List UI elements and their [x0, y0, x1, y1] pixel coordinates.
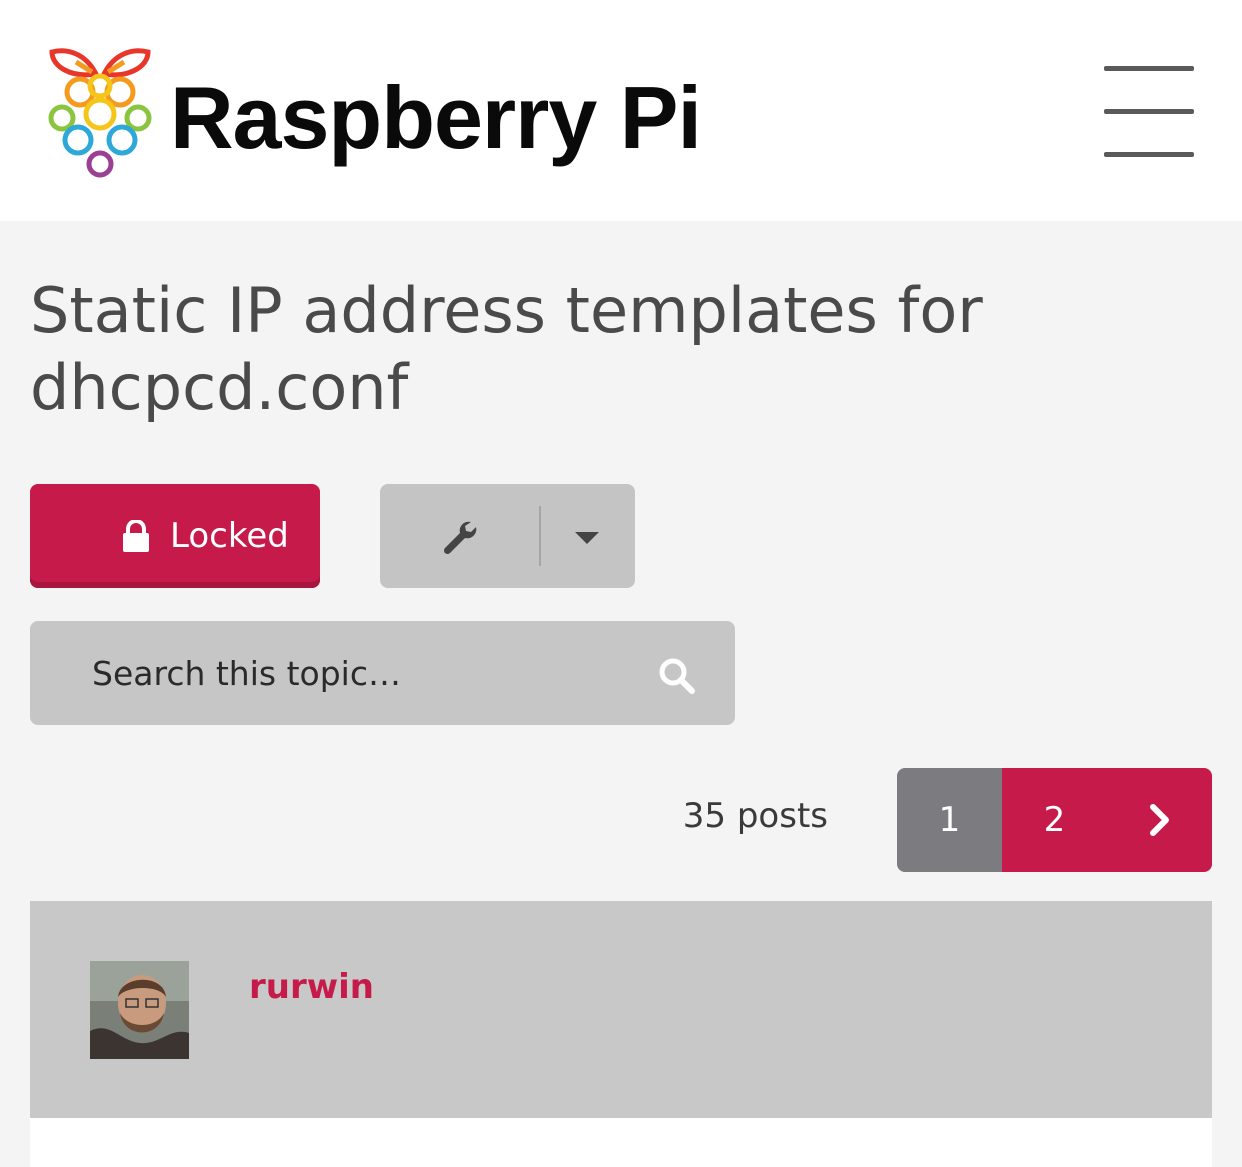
tools-dropdown-button[interactable]: [541, 484, 635, 588]
search-topic-box: [30, 621, 735, 725]
caret-down-icon: [575, 532, 599, 544]
next-page-button[interactable]: [1107, 768, 1212, 872]
lock-icon: [123, 520, 149, 552]
post-header: rurwin: [30, 901, 1212, 1118]
topic-tools-button[interactable]: [380, 484, 540, 588]
pagination: 1 2: [897, 768, 1212, 872]
menu-line: [1104, 109, 1194, 114]
search-icon[interactable]: [658, 657, 696, 695]
locked-label: Locked: [170, 516, 289, 556]
avatar-image: [90, 961, 189, 1059]
post-count: 35 posts: [682, 796, 828, 836]
chevron-right-icon: [1150, 804, 1169, 836]
search-glyph: [659, 658, 695, 694]
post-body: [30, 1118, 1212, 1167]
wrench-icon: [443, 521, 477, 555]
topic-tools: [380, 484, 635, 588]
post-author-link[interactable]: rurwin: [249, 967, 374, 1007]
locked-button[interactable]: Locked: [30, 484, 320, 588]
search-input[interactable]: [92, 645, 632, 701]
page-title[interactable]: Static IP address templates for dhcpcd.c…: [30, 272, 1030, 426]
raspberry-logo-icon[interactable]: [46, 44, 154, 180]
hamburger-menu-icon[interactable]: [1100, 64, 1198, 162]
site-brand[interactable]: Raspberry Pi: [170, 68, 702, 168]
site-header: Raspberry Pi: [0, 0, 1242, 221]
avatar[interactable]: [90, 961, 189, 1059]
menu-line: [1104, 152, 1194, 157]
page-2-button[interactable]: 2: [1002, 768, 1107, 872]
page-1-button[interactable]: 1: [897, 768, 1002, 872]
menu-line: [1104, 66, 1194, 71]
